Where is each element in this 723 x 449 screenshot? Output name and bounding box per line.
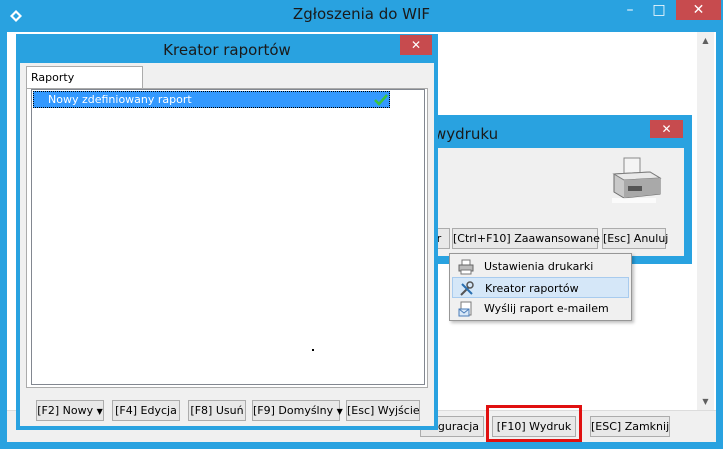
scroll-down-icon[interactable]: ▼ xyxy=(697,393,714,410)
advanced-dropdown-menu: Ustawienia drukarki Kreator raportów Wyś… xyxy=(449,253,632,321)
maximize-button[interactable]: □ xyxy=(646,0,672,22)
advanced-button-label: [Ctrl+F10] Zaawansowane xyxy=(453,232,600,245)
print-dialog: wydruku ✕ r [Ctrl+F10] Zaawansowane ▼ [E… xyxy=(422,115,692,264)
delete-report-button[interactable]: [F8] Usuń xyxy=(188,400,246,421)
scroll-up-icon[interactable]: ▲ xyxy=(697,32,714,49)
menu-item-label: Wyślij raport e-mailem xyxy=(484,302,609,315)
printer-small-icon xyxy=(458,259,474,275)
email-report-icon xyxy=(458,301,472,317)
report-list[interactable]: Nowy zdefiniowany raport xyxy=(31,89,425,385)
tab-panel: Nowy zdefiniowany raport xyxy=(26,88,428,388)
main-titlebar[interactable]: Zgłoszenia do WIF – □ ✕ xyxy=(0,0,723,32)
cursor-dot xyxy=(312,349,314,351)
new-report-button[interactable]: [F2] Nowy ▼ xyxy=(36,400,104,421)
menu-item-label: Ustawienia drukarki xyxy=(484,260,594,273)
menu-item-label: Kreator raportów xyxy=(485,282,579,295)
vertical-scrollbar[interactable]: ▲ ▼ xyxy=(697,32,714,410)
menu-item-email-report[interactable]: Wyślij raport e-mailem xyxy=(452,298,629,319)
chevron-down-icon: ▼ xyxy=(96,407,103,416)
cancel-button[interactable]: [Esc] Anuluj xyxy=(602,228,668,249)
menu-item-printer-settings[interactable]: Ustawienia drukarki xyxy=(452,256,629,277)
check-icon xyxy=(374,94,388,106)
chevron-down-icon: ▼ xyxy=(336,407,343,416)
default-report-button[interactable]: [F9] Domyślny ▼ xyxy=(252,400,343,421)
close-window-button[interactable]: [ESC] Zamknij xyxy=(590,416,670,437)
default-button-label: [F9] Domyślny xyxy=(253,404,334,417)
print-button-highlight xyxy=(486,405,582,442)
exit-button[interactable]: [Esc] Wyjście xyxy=(346,400,420,421)
edit-report-button[interactable]: [F4] Edycja xyxy=(112,400,180,421)
tab-user-reports[interactable]: Raporty użytkownika xyxy=(26,66,143,105)
close-button[interactable]: ✕ xyxy=(676,0,721,20)
print-dialog-title: wydruku xyxy=(434,125,499,143)
report-name: Nowy zdefiniowany raport xyxy=(48,93,192,106)
report-wizard-close-button[interactable]: ✕ xyxy=(400,35,432,55)
report-wizard-window: Kreator raportów ✕ Raporty użytkownika N… xyxy=(16,34,438,430)
wizard-button-bar: [F2] Nowy ▼ [F4] Edycja [F8] Usuń [F9] D… xyxy=(26,398,428,426)
menu-item-report-wizard[interactable]: Kreator raportów xyxy=(452,277,629,298)
printer-icon xyxy=(612,157,662,203)
window-title: Zgłoszenia do WIF xyxy=(292,5,431,23)
report-wizard-body: Raporty użytkownika Nowy zdefiniowany ra… xyxy=(20,63,434,426)
minimize-button[interactable]: – xyxy=(617,0,643,22)
report-wizard-title: Kreator raportów xyxy=(163,41,291,59)
print-dialog-body: r [Ctrl+F10] Zaawansowane ▼ [Esc] Anuluj xyxy=(428,148,684,256)
tools-icon xyxy=(460,281,474,296)
list-item[interactable]: Nowy zdefiniowany raport xyxy=(33,91,390,108)
new-button-label: [F2] Nowy xyxy=(37,404,94,417)
advanced-dropdown-button[interactable]: [Ctrl+F10] Zaawansowane ▼ xyxy=(452,228,610,249)
print-dialog-close-button[interactable]: ✕ xyxy=(650,120,683,138)
